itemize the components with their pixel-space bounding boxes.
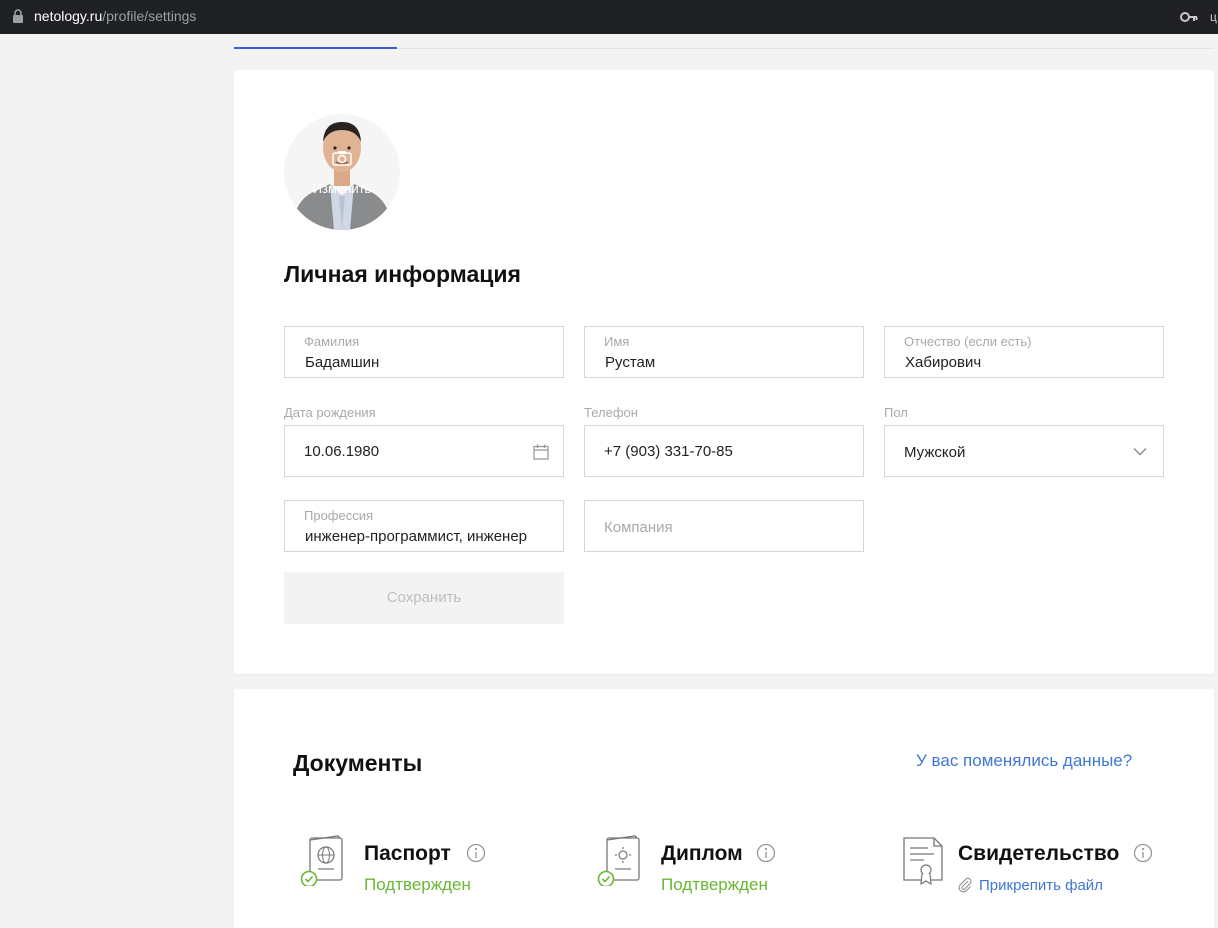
- toolbar-edge: ц: [1210, 10, 1217, 24]
- last-name-label: Фамилия: [304, 334, 360, 349]
- gender-value: Мужской: [904, 444, 966, 461]
- save-button[interactable]: Сохранить: [284, 572, 564, 624]
- first-name-value: Рустам: [605, 354, 656, 371]
- diploma-icon: [597, 835, 640, 886]
- personal-info-card: Изменить Личная информация Фамилия Бадам…: [234, 70, 1214, 674]
- camera-icon: [332, 151, 352, 166]
- phone-value: +7 (903) 331-70-85: [604, 443, 733, 460]
- phone-label: Телефон: [584, 405, 638, 420]
- diploma-status: Подтвержден: [661, 875, 768, 894]
- paperclip-icon: [958, 877, 972, 893]
- profession-field[interactable]: Профессия инженер-программист, инженер: [284, 500, 564, 552]
- last-name-field[interactable]: Фамилия Бадамшин: [284, 326, 564, 378]
- attach-file-link[interactable]: Прикрепить файл: [979, 877, 1103, 894]
- calendar-icon[interactable]: [533, 444, 549, 460]
- documents-card: Документы У вас поменялись данные? Паспо…: [234, 689, 1214, 928]
- lock-icon: [13, 9, 23, 23]
- birth-date-field[interactable]: 10.06.1980: [284, 425, 564, 477]
- profession-label: Профессия: [304, 508, 374, 523]
- certificate-icon: [903, 837, 943, 886]
- birth-date-value: 10.06.1980: [304, 443, 380, 460]
- passport-status: Подтвержден: [364, 875, 471, 894]
- documents-title: Документы: [293, 750, 423, 776]
- patronymic-field[interactable]: Отчество (если есть) Хабирович: [884, 326, 1164, 378]
- first-name-label: Имя: [604, 334, 630, 349]
- company-placeholder: Компания: [604, 519, 673, 536]
- gender-select[interactable]: Мужской: [884, 425, 1164, 477]
- phone-field[interactable]: +7 (903) 331-70-85: [584, 425, 864, 477]
- gender-label: Пол: [884, 405, 908, 420]
- patronymic-value: Хабирович: [905, 354, 982, 371]
- chevron-down-icon: [1133, 448, 1147, 456]
- passport-title: Паспорт: [364, 842, 451, 865]
- avatar-photo: [284, 114, 400, 230]
- data-changed-link[interactable]: У вас поменялись данные?: [916, 751, 1132, 771]
- key-icon[interactable]: [1180, 10, 1198, 24]
- personal-info-title: Личная информация: [284, 261, 521, 287]
- avatar[interactable]: Изменить: [284, 114, 400, 230]
- certificate-title: Свидетельство: [958, 842, 1120, 865]
- profession-value: инженер-программист, инженер: [305, 528, 528, 545]
- last-name-value: Бадамшин: [305, 354, 380, 371]
- info-icon[interactable]: [756, 843, 776, 863]
- company-field[interactable]: Компания: [584, 500, 864, 552]
- first-name-field[interactable]: Имя Рустам: [584, 326, 864, 378]
- diploma-title: Диплом: [661, 842, 743, 865]
- url-path: /profile/settings: [102, 8, 197, 24]
- change-avatar-label: Изменить: [312, 181, 372, 196]
- browser-address-bar[interactable]: netology.ru/profile/settings ц: [0, 0, 1218, 34]
- birth-date-label: Дата рождения: [284, 405, 376, 420]
- active-tab-indicator: [234, 47, 397, 49]
- passport-icon: [300, 835, 343, 886]
- url-text[interactable]: netology.ru/profile/settings: [34, 8, 196, 24]
- url-domain: netology.ru: [34, 8, 103, 24]
- info-icon[interactable]: [1133, 843, 1153, 863]
- patronymic-label: Отчество (если есть): [904, 334, 1032, 349]
- info-icon[interactable]: [466, 843, 486, 863]
